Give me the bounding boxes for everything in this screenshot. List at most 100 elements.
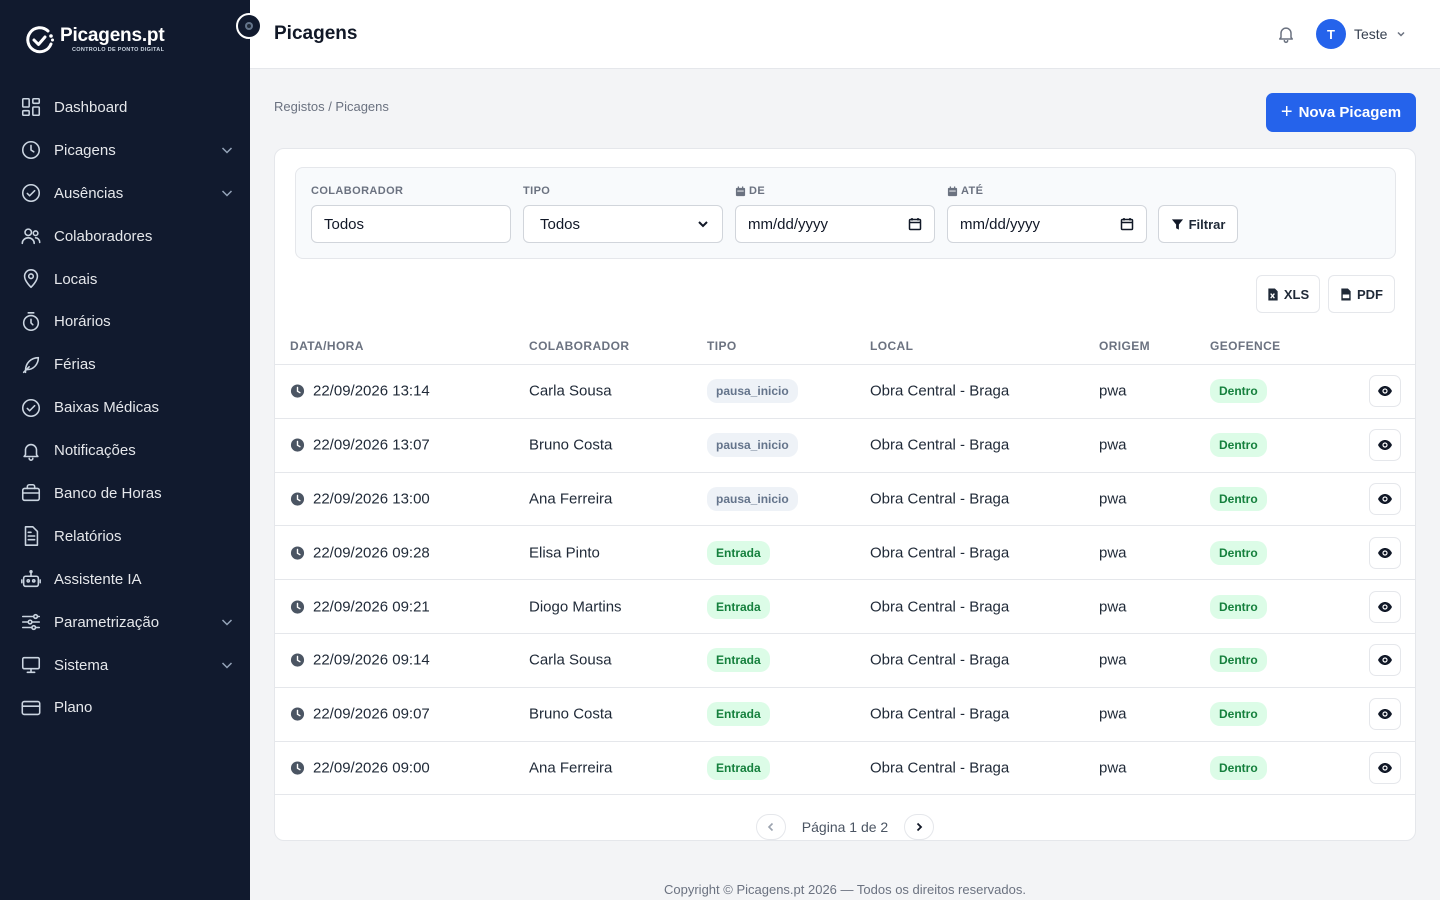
sidebar-item-label: Dashboard <box>54 98 128 116</box>
sidebar-collapse-button[interactable] <box>236 13 262 39</box>
clock-icon <box>21 141 41 160</box>
eye-icon <box>1378 655 1392 666</box>
cell-colaborador: Bruno Costa <box>529 705 613 723</box>
tipo-badge: pausa_inicio <box>707 433 798 458</box>
cell-colaborador: Carla Sousa <box>529 651 612 669</box>
filter-colaborador-label: COLABORADOR <box>311 185 404 197</box>
sidebar-item-ferias[interactable]: Férias <box>0 343 250 386</box>
filters-panel: COLABORADOR Todos TIPO Todos DE mm/dd/yy… <box>295 167 1396 259</box>
eye-icon <box>1378 440 1392 451</box>
clock-icon <box>290 492 305 506</box>
user-menu[interactable]: T Teste <box>1316 19 1407 49</box>
clock-icon <box>290 707 305 721</box>
view-details-button[interactable] <box>1369 644 1401 677</box>
next-page-button[interactable] <box>904 814 935 840</box>
export-xls-label: XLS <box>1283 286 1310 302</box>
cell-datetime: 22/09/2026 09:00 <box>290 759 430 776</box>
datetime-text: 22/09/2026 09:14 <box>313 651 430 669</box>
colaborador-value: Todos <box>324 215 365 233</box>
cell-origem: pwa <box>1099 490 1127 508</box>
sidebar-item-picagens[interactable]: Picagens <box>0 129 250 172</box>
brand-logo[interactable]: Picagens.pt CONTROLO DE PONTO DIGITAL <box>24 24 165 56</box>
sidebar-item-sistema[interactable]: Sistema <box>0 644 250 687</box>
calendar-icon[interactable] <box>1120 217 1134 231</box>
sidebar-item-ausencias[interactable]: Ausências <box>0 172 250 215</box>
funnel-icon <box>1171 218 1183 230</box>
view-details-button[interactable] <box>1369 375 1401 408</box>
tipo-badge: Entrada <box>707 702 770 727</box>
sidebar-item-assistente-ia[interactable]: Assistente IA <box>0 558 250 601</box>
export-xls-button[interactable]: XLS <box>1256 275 1320 313</box>
filter-tipo-label: TIPO <box>523 185 551 197</box>
cell-local: Obra Central - Braga <box>870 436 1010 454</box>
sidebar-item-locais[interactable]: Locais <box>0 258 250 301</box>
view-details-button[interactable] <box>1369 536 1401 569</box>
date-to-input[interactable]: mm/dd/yyyy <box>947 205 1147 243</box>
table-row: 22/09/2026 13:07 Bruno Costa pausa_inici… <box>275 419 1415 473</box>
cell-tipo: Entrada <box>707 594 770 619</box>
sidebar-item-label: Notificações <box>54 442 136 460</box>
feather-icon <box>22 356 40 373</box>
sidebar-item-banco-de-horas[interactable]: Banco de Horas <box>0 472 250 515</box>
sidebar-item-colaboradores[interactable]: Colaboradores <box>0 215 250 258</box>
calendar-icon <box>735 185 746 196</box>
filter-button[interactable]: Filtrar <box>1158 205 1238 243</box>
sidebar-item-notificacoes[interactable]: Notificações <box>0 429 250 472</box>
tipo-select[interactable]: Todos <box>523 205 723 243</box>
view-details-button[interactable] <box>1369 482 1401 515</box>
sidebar-item-label: Banco de Horas <box>54 484 162 502</box>
monitor-icon <box>21 656 41 674</box>
sidebar-item-horarios[interactable]: Horários <box>0 300 250 343</box>
export-pdf-label: PDF <box>1357 286 1383 302</box>
clock-icon <box>290 546 305 560</box>
cell-local: Obra Central - Braga <box>870 598 1010 616</box>
cell-origem: pwa <box>1099 759 1127 777</box>
sidebar: Picagens.pt CONTROLO DE PONTO DIGITAL Da… <box>0 0 250 900</box>
cell-local: Obra Central - Braga <box>870 651 1010 669</box>
cell-origem: pwa <box>1099 436 1127 454</box>
cell-origem: pwa <box>1099 382 1127 400</box>
geofence-badge: Dentro <box>1210 755 1267 780</box>
new-picagem-button[interactable]: + Nova Picagem <box>1266 93 1416 132</box>
sidebar-item-parametrizacao[interactable]: Parametrização <box>0 601 250 644</box>
table-row: 22/09/2026 13:14 Carla Sousa pausa_inici… <box>275 365 1415 419</box>
cell-datetime: 22/09/2026 13:07 <box>290 437 430 454</box>
table-row: 22/09/2026 09:14 Carla Sousa Entrada Obr… <box>275 634 1415 688</box>
sliders-icon <box>21 614 41 631</box>
sidebar-item-dashboard[interactable]: Dashboard <box>0 86 250 129</box>
cell-tipo: Entrada <box>707 702 770 727</box>
column-header-tipo[interactable]: TIPO <box>707 339 737 353</box>
calendar-icon[interactable] <box>908 217 922 231</box>
clock-icon <box>290 761 305 775</box>
colaborador-input[interactable]: Todos <box>311 205 511 243</box>
bell-icon[interactable] <box>1276 24 1296 44</box>
datetime-text: 22/09/2026 09:07 <box>313 705 430 723</box>
view-details-button[interactable] <box>1369 429 1401 462</box>
eye-icon <box>1378 762 1392 773</box>
view-details-button[interactable] <box>1369 751 1401 784</box>
column-header-datetime[interactable]: DATA/HORA <box>290 339 364 353</box>
column-header-geofence[interactable]: GEOFENCE <box>1210 339 1281 353</box>
cell-datetime: 22/09/2026 09:07 <box>290 706 430 723</box>
date-from-input[interactable]: mm/dd/yyyy <box>735 205 935 243</box>
column-header-origem[interactable]: ORIGEM <box>1099 339 1150 353</box>
datetime-text: 22/09/2026 13:00 <box>313 490 430 508</box>
brand-subtitle: CONTROLO DE PONTO DIGITAL <box>72 47 165 54</box>
sidebar-item-baixas-medicas[interactable]: Baixas Médicas <box>0 386 250 429</box>
column-header-local[interactable]: LOCAL <box>870 339 913 353</box>
export-pdf-button[interactable]: PDF <box>1328 275 1395 313</box>
view-details-button[interactable] <box>1369 590 1401 623</box>
filter-button-label: Filtrar <box>1188 216 1226 232</box>
sidebar-item-relatorios[interactable]: Relatórios <box>0 515 250 558</box>
page-title: Picagens <box>274 23 358 44</box>
filter-tipo: TIPO Todos <box>523 184 723 243</box>
cell-local: Obra Central - Braga <box>870 759 1010 777</box>
clock-icon <box>290 653 305 667</box>
sidebar-item-label: Plano <box>54 699 93 717</box>
prev-page-button[interactable] <box>755 814 786 840</box>
filter-de-label: DE <box>749 185 766 197</box>
view-details-button[interactable] <box>1369 698 1401 731</box>
column-header-colaborador[interactable]: COLABORADOR <box>529 339 629 353</box>
sidebar-item-plano[interactable]: Plano <box>0 686 250 729</box>
table-body: 22/09/2026 13:14 Carla Sousa pausa_inici… <box>275 365 1415 796</box>
